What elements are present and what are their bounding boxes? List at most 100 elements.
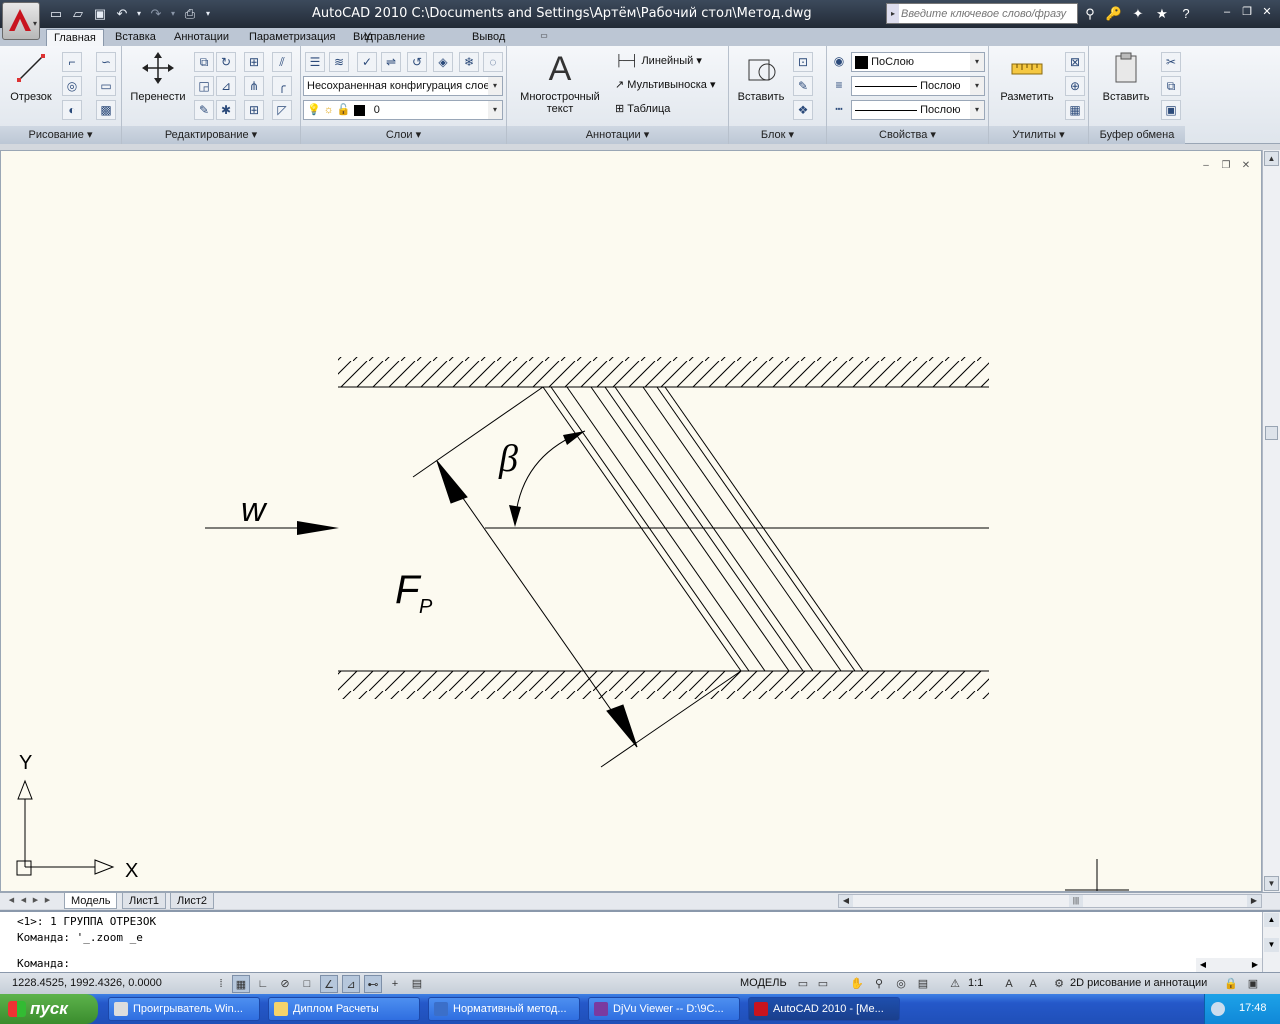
scroll-up-icon[interactable]: ▲: [1264, 913, 1279, 927]
command-prompt[interactable]: Команда:: [17, 957, 70, 970]
scroll-left-icon[interactable]: ◀: [1196, 958, 1210, 972]
beta-angle[interactable]: [509, 430, 586, 527]
workspace-gear-icon[interactable]: ⚙: [1050, 975, 1068, 993]
command-hscrollbar[interactable]: ◀ ▶: [1196, 958, 1262, 972]
quick-view-drawings-icon[interactable]: ▭: [814, 975, 832, 993]
workspace-switcher[interactable]: 2D рисование и аннотации: [1070, 977, 1207, 989]
redo-icon[interactable]: ↷: [146, 4, 166, 24]
taskbar-item[interactable]: Нормативный метод...: [428, 997, 580, 1021]
panel-utilities-title[interactable]: Утилиты ▾: [989, 126, 1088, 144]
new-icon[interactable]: ▭: [46, 4, 66, 24]
tab-parametric[interactable]: Параметризация: [242, 29, 342, 46]
match-paste-icon[interactable]: ▣: [1161, 100, 1181, 120]
tab-annotate[interactable]: Аннотации: [167, 29, 236, 46]
measure-button[interactable]: Разметить: [993, 50, 1061, 103]
scroll-right-icon[interactable]: ▶: [1248, 958, 1262, 972]
tab-layout1[interactable]: Лист1: [122, 893, 167, 909]
rotate-icon[interactable]: ↻: [216, 52, 236, 72]
help-icon[interactable]: ?: [1176, 4, 1196, 24]
linetype-select[interactable]: Послою ▾: [851, 76, 985, 96]
grid-display-icon[interactable]: ▦: [232, 975, 250, 993]
lineweight-toggle-icon[interactable]: +: [386, 975, 404, 993]
open-icon[interactable]: ▱: [68, 4, 88, 24]
favorites-star-icon[interactable]: ★: [1152, 4, 1172, 24]
taskbar-item[interactable]: AutoCAD 2010 - [Ме...: [748, 997, 900, 1021]
scroll-right-icon[interactable]: ▶: [1247, 895, 1261, 907]
layer-properties-icon[interactable]: ☰: [305, 52, 325, 72]
copy-clip-icon[interactable]: ⧉: [1161, 76, 1181, 96]
quick-properties-icon[interactable]: ▤: [408, 975, 426, 993]
fp-dimension[interactable]: [412, 386, 742, 768]
plot-icon[interactable]: ⎙: [180, 4, 200, 24]
panel-annotation-title[interactable]: Аннотации ▾: [507, 126, 728, 144]
multileader-button[interactable]: ↗ Мультивыноска ▾: [615, 78, 716, 91]
top-wall[interactable]: [338, 357, 989, 388]
showmotion-icon[interactable]: ▤: [914, 975, 932, 993]
ortho-mode-icon[interactable]: ∟: [254, 975, 272, 993]
snap-mode-icon[interactable]: ⁞: [212, 975, 230, 993]
taskbar-item[interactable]: Диплом Расчеты: [268, 997, 420, 1021]
rectangle-icon[interactable]: ▭: [96, 76, 116, 96]
match-layer-icon[interactable]: ⇌: [381, 52, 401, 72]
mirror-icon[interactable]: ⋔: [244, 76, 264, 96]
polar-tracking-icon[interactable]: ⊘: [276, 975, 294, 993]
edit-block-icon[interactable]: ✎: [793, 76, 813, 96]
scroll-down-icon[interactable]: ▼: [1264, 938, 1279, 952]
dynamic-input-icon[interactable]: ⊷: [364, 975, 382, 993]
application-menu-button[interactable]: ▾: [2, 2, 40, 40]
insert-block-button[interactable]: Вставить: [733, 50, 789, 103]
undo-icon[interactable]: ↶: [112, 4, 132, 24]
drawing-svg[interactable]: w F P β Y X: [1, 151, 1263, 893]
pan-icon[interactable]: ✋: [848, 975, 866, 993]
spline-icon[interactable]: ∽: [96, 52, 116, 72]
model-space-toggle[interactable]: МОДЕЛЬ: [740, 977, 787, 989]
chamfer-icon[interactable]: ◸: [272, 100, 292, 120]
object-snap-tracking-icon[interactable]: ∠: [320, 975, 338, 993]
scroll-up-icon[interactable]: ▲: [1264, 151, 1279, 166]
redo-dropdown-icon[interactable]: ▾: [168, 4, 178, 24]
search-input[interactable]: [901, 5, 1073, 22]
erase-icon[interactable]: ✎: [194, 100, 214, 120]
quick-view-layouts-icon[interactable]: ▭: [794, 975, 812, 993]
mtext-button[interactable]: A Многострочный текст: [513, 50, 607, 115]
panel-draw-title[interactable]: Рисование ▾: [0, 126, 121, 144]
layer-off-icon[interactable]: ◌: [483, 52, 503, 72]
select-similar-icon[interactable]: ⊕: [1065, 76, 1085, 96]
restore-icon[interactable]: ❐: [1218, 160, 1234, 172]
coordinates-readout[interactable]: 1228.4525, 1992.4326, 0.0000: [12, 977, 162, 989]
last-layout-icon[interactable]: ▶: [42, 894, 53, 908]
panel-block-title[interactable]: Блок ▾: [729, 126, 826, 144]
copy-icon[interactable]: ⧉: [194, 52, 214, 72]
taskbar-item[interactable]: DjVu Viewer -- D:\9C...: [588, 997, 740, 1021]
next-layout-icon[interactable]: ▶: [30, 894, 41, 908]
fillet-icon[interactable]: ╭: [272, 76, 292, 96]
first-layout-icon[interactable]: ◀: [6, 894, 17, 908]
quick-select-icon[interactable]: ⊠: [1065, 52, 1085, 72]
auto-scale-icon[interactable]: A: [1024, 975, 1042, 993]
layer-select[interactable]: 💡 ☼ 🔓 0 ▾: [303, 100, 503, 120]
explode-icon[interactable]: ✱: [216, 100, 236, 120]
arc-icon[interactable]: ◐: [62, 100, 82, 120]
layer-freeze-icon[interactable]: ❄: [459, 52, 479, 72]
object-snap-icon[interactable]: □: [298, 975, 316, 993]
circle-icon[interactable]: ◎: [62, 76, 82, 96]
bottom-wall[interactable]: [338, 670, 989, 699]
tab-model[interactable]: Модель: [64, 893, 118, 909]
stretch-icon[interactable]: ◲: [194, 76, 214, 96]
move-button[interactable]: Перенести: [128, 50, 188, 103]
search-collapse-icon[interactable]: ▸: [887, 4, 899, 23]
lineweight-select[interactable]: Послою ▾: [851, 100, 985, 120]
subscription-icon[interactable]: 🔑: [1104, 4, 1124, 24]
color-select[interactable]: ПоСлою ▾: [851, 52, 985, 72]
zoom-icon[interactable]: ⚲: [870, 975, 888, 993]
ribbon-minimize-icon[interactable]: ▭: [537, 31, 551, 43]
panel-layers-title[interactable]: Слои ▾: [301, 126, 506, 144]
clean-screen-icon[interactable]: ▣: [1244, 975, 1262, 993]
create-block-icon[interactable]: ⊡: [793, 52, 813, 72]
tray-arrow-icon[interactable]: [1211, 1002, 1225, 1016]
steering-wheel-icon[interactable]: ◎: [892, 975, 910, 993]
panel-clipboard-title[interactable]: Буфер обмена: [1089, 126, 1185, 144]
line-button[interactable]: Отрезок: [6, 50, 56, 103]
qat-customize-icon[interactable]: ▾: [202, 4, 214, 24]
drawing-canvas[interactable]: w F P β Y X: [0, 150, 1262, 892]
